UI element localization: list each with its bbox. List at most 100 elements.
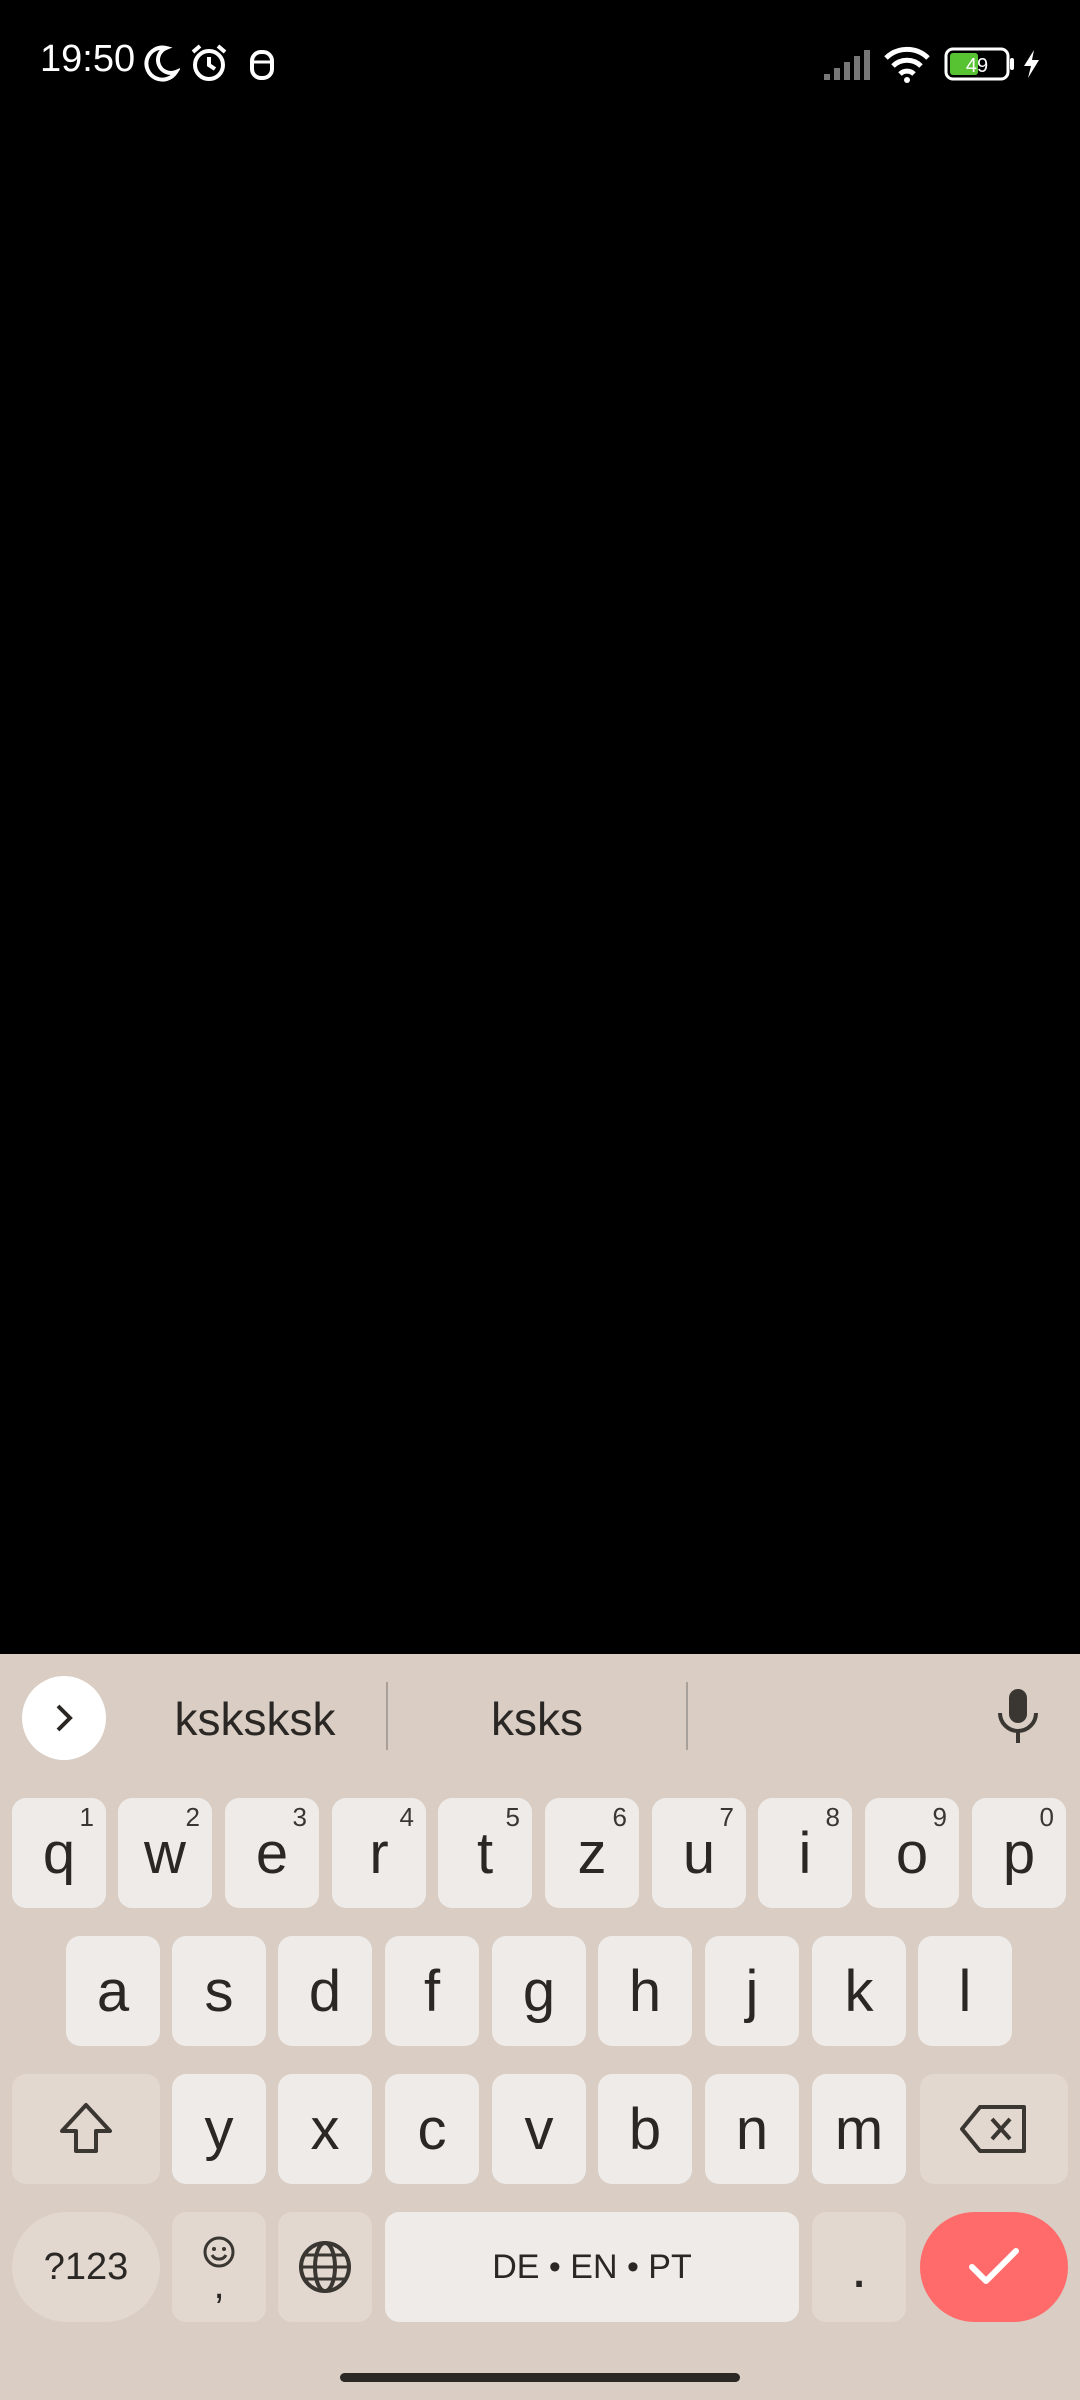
wifi-icon (882, 44, 932, 89)
shift-icon (60, 2103, 112, 2153)
key-w[interactable]: w2 (118, 1798, 212, 1908)
key-label: h (628, 1958, 662, 2024)
emoji-comma-key[interactable]: , (172, 2212, 266, 2322)
key-r[interactable]: r4 (332, 1798, 426, 1908)
suggestion-3[interactable] (692, 1684, 952, 1754)
charging-icon (1020, 48, 1042, 85)
key-p[interactable]: p0 (972, 1798, 1066, 1908)
key-d[interactable]: d (278, 1936, 372, 2046)
alarm-icon (188, 42, 230, 89)
mouse-icon (246, 44, 278, 89)
key-label: l (958, 1958, 972, 2024)
key-y[interactable]: y (172, 2074, 266, 2184)
key-label: i (798, 1820, 812, 1886)
key-g[interactable]: g (492, 1936, 586, 2046)
suggestion-2[interactable]: ksks (392, 1684, 682, 1754)
key-q[interactable]: q1 (12, 1798, 106, 1908)
gesture-navigation-handle[interactable] (340, 2373, 740, 2382)
checkmark-icon (969, 2248, 1019, 2284)
key-label: m (834, 2096, 884, 2162)
key-label: , (213, 2263, 225, 2307)
key-hint: 8 (825, 1802, 840, 1832)
key-hint: 0 (1039, 1802, 1054, 1832)
key-label: DE • EN • PT (492, 2247, 692, 2286)
key-t[interactable]: t5 (438, 1798, 532, 1908)
key-a[interactable]: a (66, 1936, 160, 2046)
key-hint: 2 (185, 1802, 200, 1832)
key-hint: 1 (79, 1802, 94, 1832)
key-x[interactable]: x (278, 2074, 372, 2184)
key-j[interactable]: j (705, 1936, 799, 2046)
period-key[interactable]: . (812, 2212, 906, 2322)
battery-icon: 49 (944, 46, 1016, 87)
key-label: j (745, 1958, 759, 2024)
key-label: d (308, 1958, 342, 2024)
key-label: r (369, 1820, 389, 1886)
key-hint: 5 (505, 1802, 520, 1832)
key-label: t (476, 1820, 494, 1886)
globe-icon (299, 2241, 351, 2293)
key-h[interactable]: h (598, 1936, 692, 2046)
key-n[interactable]: n (705, 2074, 799, 2184)
suggestion-strip: ksksksk ksks (0, 1654, 1080, 1779)
key-label: v (524, 2096, 554, 2162)
moon-icon (140, 44, 181, 89)
key-label: x (310, 2096, 340, 2162)
key-s[interactable]: s (172, 1936, 266, 2046)
key-hint: 6 (612, 1802, 627, 1832)
on-screen-keyboard: ksksksk ksks q1 w2 e3 r4 t5 z6 u7 i8 o9 … (0, 1654, 1080, 2400)
key-u[interactable]: u7 (652, 1798, 746, 1908)
enter-key[interactable] (920, 2212, 1068, 2322)
key-hint: 9 (932, 1802, 947, 1832)
key-label: c (417, 2096, 447, 2162)
key-label: . (850, 2234, 868, 2300)
signal-icon (822, 46, 874, 87)
key-label: e (255, 1820, 289, 1886)
backspace-icon (960, 2105, 1026, 2153)
app-content-area (0, 120, 1080, 1654)
battery-level: 49 (966, 55, 988, 77)
key-label: ?123 (43, 2245, 129, 2288)
key-m[interactable]: m (812, 2074, 906, 2184)
key-label: u (682, 1820, 716, 1886)
key-i[interactable]: i8 (758, 1798, 852, 1908)
key-label: g (522, 1958, 556, 2024)
suggestion-1[interactable]: ksksksk (130, 1684, 380, 1754)
key-hint: 3 (292, 1802, 307, 1832)
key-label: b (628, 2096, 662, 2162)
key-k[interactable]: k (812, 1936, 906, 2046)
key-label: y (204, 2096, 234, 2162)
status-bar: 19:50 49 (0, 0, 1080, 120)
key-label: p (1002, 1820, 1036, 1886)
key-f[interactable]: f (385, 1936, 479, 2046)
key-hint: 7 (719, 1802, 734, 1832)
key-label: w (144, 1820, 186, 1886)
symbols-key[interactable]: ?123 (12, 2212, 160, 2322)
suggestion-divider (386, 1682, 388, 1750)
backspace-key[interactable] (920, 2074, 1068, 2184)
key-c[interactable]: c (385, 2074, 479, 2184)
key-label: z (577, 1820, 607, 1886)
key-z[interactable]: z6 (545, 1798, 639, 1908)
key-label: q (42, 1820, 76, 1886)
key-label: k (844, 1958, 874, 2024)
key-label: s (204, 1958, 234, 2024)
chevron-right-icon (56, 1704, 73, 1732)
key-label: n (735, 2096, 769, 2162)
key-b[interactable]: b (598, 2074, 692, 2184)
language-key[interactable] (278, 2212, 372, 2322)
key-hint: 4 (399, 1802, 414, 1832)
key-label: o (895, 1820, 929, 1886)
key-label: f (423, 1958, 441, 2024)
microphone-icon (998, 1689, 1038, 1743)
suggestion-divider (686, 1682, 688, 1750)
voice-input-button[interactable] (985, 1684, 1051, 1750)
shift-key[interactable] (12, 2074, 160, 2184)
space-bar[interactable]: DE • EN • PT (385, 2212, 799, 2322)
toolbar-expand-button[interactable] (22, 1676, 106, 1760)
key-o[interactable]: o9 (865, 1798, 959, 1908)
key-e[interactable]: e3 (225, 1798, 319, 1908)
key-v[interactable]: v (492, 2074, 586, 2184)
status-time: 19:50 (40, 38, 136, 80)
key-l[interactable]: l (918, 1936, 1012, 2046)
